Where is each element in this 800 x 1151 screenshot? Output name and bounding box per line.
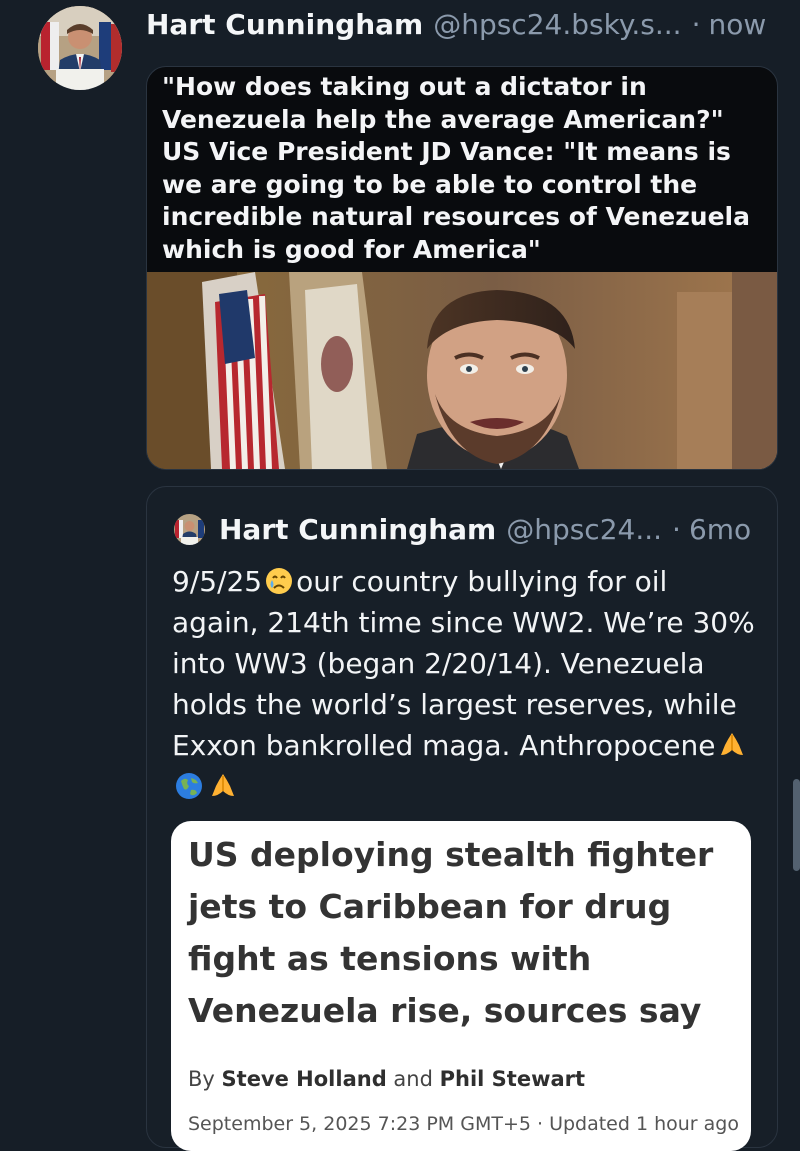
post-time[interactable]: now bbox=[709, 8, 767, 41]
folded-hands-emoji-icon bbox=[717, 730, 747, 760]
globe-emoji-icon bbox=[174, 771, 204, 801]
author-handle[interactable]: @hpsc24.bsky.s... bbox=[433, 8, 681, 41]
byline-author[interactable]: Phil Stewart bbox=[440, 1067, 585, 1091]
byline-prefix: By bbox=[188, 1067, 215, 1091]
crying-face-emoji-icon bbox=[264, 566, 294, 596]
quoted-author-handle[interactable]: @hpsc24... bbox=[506, 513, 662, 546]
byline-conjunction: and bbox=[393, 1067, 433, 1091]
article-byline: By Steve Holland and Phil Stewart bbox=[188, 1067, 585, 1091]
article-dateline: September 5, 2025 7:23 PM GMT+5 · Update… bbox=[188, 1113, 739, 1135]
quoted-post-date-text: 9/5/25 bbox=[172, 565, 263, 598]
embedded-video-card[interactable]: "How does taking out a dictator in Venez… bbox=[146, 66, 778, 470]
quoted-author-name[interactable]: Hart Cunningham bbox=[219, 513, 496, 546]
metadata-separator: · bbox=[691, 7, 701, 41]
video-caption: "How does taking out a dictator in Venez… bbox=[162, 72, 750, 264]
video-still[interactable] bbox=[147, 272, 777, 469]
quoted-metadata-separator: · bbox=[672, 512, 681, 546]
quoted-post-text: 9/5/25 our country bullying for oil again… bbox=[172, 561, 762, 807]
author-name[interactable]: Hart Cunningham bbox=[146, 8, 423, 41]
quoted-author-avatar[interactable] bbox=[174, 513, 205, 545]
article-headline[interactable]: US deploying stealth fighter jets to Car… bbox=[188, 829, 736, 1037]
small-profile-photo-icon bbox=[174, 513, 205, 545]
profile-photo-icon bbox=[38, 6, 122, 90]
post-header: Hart Cunningham @hpsc24.bsky.s... · now bbox=[146, 4, 786, 44]
quoted-post-time[interactable]: 6mo bbox=[689, 513, 751, 546]
byline-author[interactable]: Steve Holland bbox=[222, 1067, 387, 1091]
article-link-card[interactable]: US deploying stealth fighter jets to Car… bbox=[171, 821, 751, 1151]
quoted-post-header: Hart Cunningham @hpsc24... · 6mo bbox=[174, 509, 754, 549]
folded-hands-emoji-icon bbox=[208, 771, 238, 801]
video-still-image bbox=[147, 272, 777, 469]
vertical-scrollbar[interactable] bbox=[793, 779, 800, 871]
quoted-post-card[interactable]: Hart Cunningham @hpsc24... · 6mo 9/5/25 o… bbox=[146, 486, 778, 1151]
author-avatar[interactable] bbox=[38, 6, 122, 90]
